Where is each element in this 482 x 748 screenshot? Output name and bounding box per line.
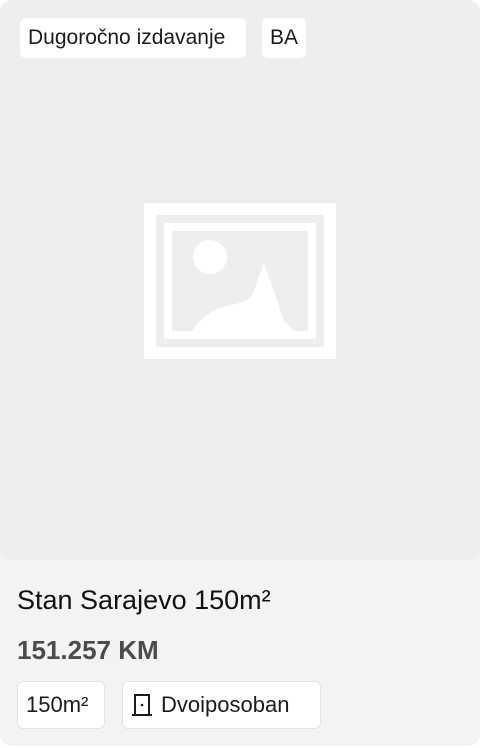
rooms-value: Dvoiposoban [161, 692, 290, 717]
listing-card[interactable]: Dugoročno izdavanje BA Stan Sarajevo 150… [0, 0, 480, 746]
rooms-chip: Dvoiposoban [122, 681, 321, 729]
listing-image[interactable]: Dugoročno izdavanje BA [0, 0, 480, 560]
country-tag: BA [262, 18, 306, 58]
image-placeholder-icon [144, 203, 336, 359]
listing-title[interactable]: Stan Sarajevo 150m² [17, 585, 271, 616]
door-icon [132, 694, 152, 716]
listing-price: 151.257 KM [17, 635, 159, 665]
listing-type-tag: Dugoročno izdavanje [20, 18, 246, 58]
area-value: 150m² [26, 692, 89, 717]
area-chip: 150m² [17, 681, 105, 729]
